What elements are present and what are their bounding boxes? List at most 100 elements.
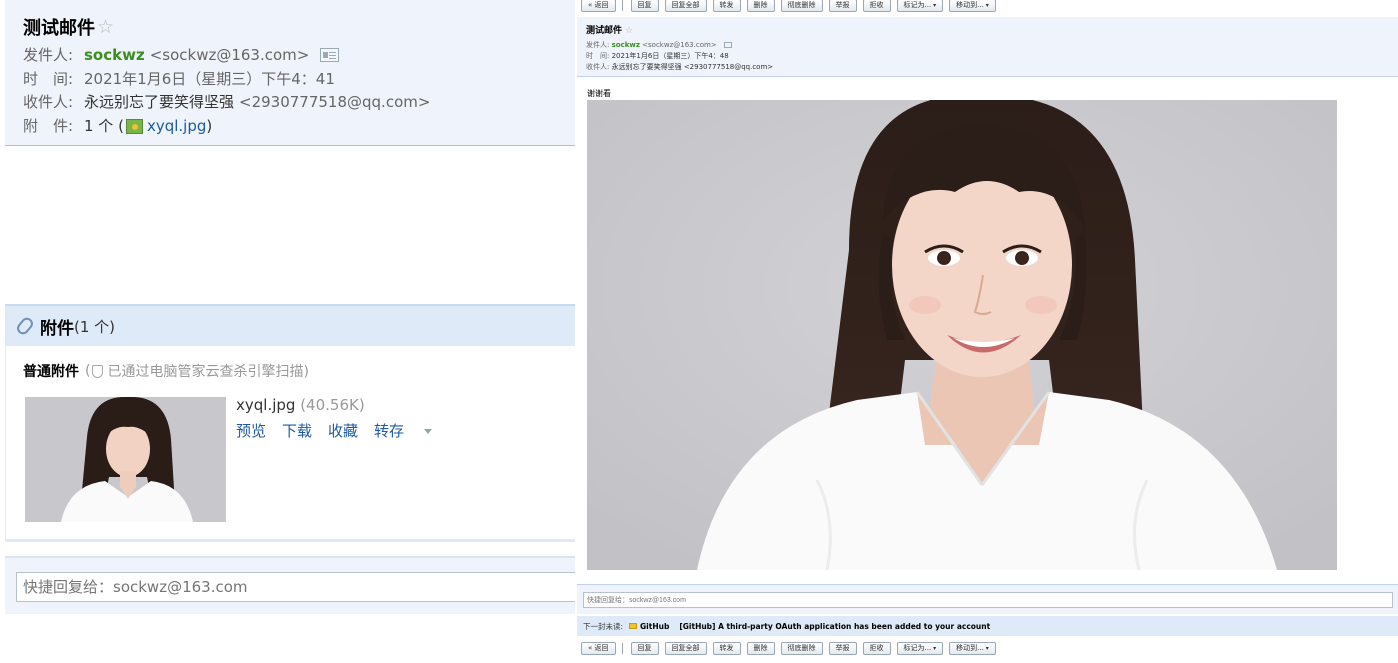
- attachments-section: 附件 (1 个) 普通附件 ( 已通过电脑管家云查杀引擎扫描) xyql.jpg…: [5, 304, 575, 542]
- reply-all-button[interactable]: 回复全部: [664, 0, 707, 12]
- mini-star-icon[interactable]: ☆: [625, 26, 633, 36]
- shield-icon: [92, 364, 104, 378]
- next-unread-label: 下一封未读:: [583, 621, 624, 631]
- back-button[interactable]: « 返回: [581, 0, 616, 12]
- forward-button[interactable]: 转发: [712, 0, 741, 12]
- mini-sender-name[interactable]: sockwz: [612, 41, 640, 49]
- save-to-label: 转存: [374, 422, 405, 440]
- image-file-icon: [125, 118, 143, 134]
- attachment-filename: xyql.jpg: [236, 396, 296, 414]
- sender-address: <sockwz@163.com>: [149, 46, 310, 64]
- mail-title-row: 测试邮件 ☆: [23, 13, 114, 41]
- download-link[interactable]: 下载: [282, 420, 312, 441]
- attachments-count: (1 个): [74, 317, 116, 336]
- attachment-file-line: xyql.jpg (40.56K): [236, 396, 464, 414]
- mail-body-text: 谢谢看: [587, 89, 611, 98]
- reject-button[interactable]: 拒收: [862, 0, 891, 12]
- mini-time-row: 时 间: 2021年1月6日（星期三）下午4：48: [586, 51, 729, 61]
- report-button[interactable]: 举报: [828, 0, 857, 12]
- to-row: 收件人: 永远别忘了要笑得坚强 <2930777518@qq.com>: [23, 91, 430, 113]
- mini-quick-reply-input[interactable]: [583, 592, 1393, 608]
- mark-as-dropdown[interactable]: 标记为...: [896, 0, 944, 12]
- mail-subject: 测试邮件: [23, 18, 95, 39]
- normal-attachment-label: 普通附件: [23, 364, 79, 380]
- mini-time-label: 时 间:: [586, 52, 610, 60]
- reply-button-bottom[interactable]: 回复: [630, 641, 659, 655]
- delete-button-bottom[interactable]: 删除: [746, 641, 775, 655]
- attachments-body: 普通附件 ( 已通过电脑管家云查杀引擎扫描) xyql.jpg (40.56K)…: [5, 346, 575, 542]
- attachment-subheader: 普通附件 ( 已通过电脑管家云查杀引擎扫描): [23, 361, 309, 381]
- recipient-name: 永远别忘了要笑得坚强: [84, 93, 235, 111]
- scan-note: ( 已通过电脑管家云查杀引擎扫描): [85, 361, 309, 381]
- scan-note-text: 已通过电脑管家云查杀引擎扫描): [107, 364, 309, 380]
- time-value: 2021年1月6日（星期三）下午4：41: [84, 70, 335, 88]
- next-unread-subject[interactable]: [GitHub] A third-party OAuth application…: [679, 622, 990, 631]
- portrait-photo-image: [587, 100, 1337, 570]
- from-label: 发件人:: [23, 46, 74, 64]
- delete-button[interactable]: 删除: [746, 0, 775, 12]
- next-unread-bar: 下一封未读: GitHub [GitHub] A third-party OAu…: [577, 616, 1398, 636]
- envelope-icon: [629, 623, 638, 629]
- toolbar-separator-bottom: [621, 642, 623, 654]
- top-toolbar: « 返回 回复 回复全部 转发 删除 彻底删除 举报 拒收 标记为... 移动到…: [577, 0, 1398, 12]
- move-to-dropdown[interactable]: 移动到...: [949, 0, 996, 12]
- reject-button-bottom[interactable]: 拒收: [862, 641, 891, 655]
- mini-from-label: 发件人:: [586, 41, 610, 49]
- mini-from-row: 发件人: sockwz <sockwz@163.com>: [586, 40, 732, 50]
- time-label: 时 间:: [23, 70, 74, 88]
- time-row: 时 间: 2021年1月6日（星期三）下午4：41: [23, 68, 335, 90]
- move-to-dropdown-bottom[interactable]: 移动到...: [949, 641, 996, 655]
- quick-reply-area: [5, 556, 575, 614]
- reply-all-button-bottom[interactable]: 回复全部: [664, 641, 707, 655]
- mini-contact-card-icon[interactable]: [723, 42, 732, 48]
- attachment-row: 附 件: 1 个 ( xyql.jpg ): [23, 115, 212, 137]
- from-row: 发件人: sockwz <sockwz@163.com>: [23, 44, 340, 66]
- sender-name[interactable]: sockwz: [84, 44, 145, 66]
- mini-time-value: 2021年1月6日（星期三）下午4：48: [611, 52, 729, 60]
- to-label: 收件人:: [23, 93, 74, 111]
- attachment-thumbnail[interactable]: [25, 397, 226, 522]
- portrait-thumbnail-image: [25, 397, 226, 522]
- mini-to-row: 收件人: 永远别忘了要笑得坚强 <2930777518@qq.com>: [586, 62, 773, 72]
- attachment-count: 1 个 (: [84, 117, 124, 135]
- mini-mail-header: 测试邮件 ☆ 发件人: sockwz <sockwz@163.com> 时 间:…: [577, 17, 1398, 77]
- report-button-bottom[interactable]: 举报: [828, 641, 857, 655]
- mini-to-label: 收件人:: [586, 63, 610, 71]
- forward-button-bottom[interactable]: 转发: [712, 641, 741, 655]
- mini-to-value: 永远别忘了要笑得坚强 <2930777518@qq.com>: [611, 63, 774, 71]
- attachment-close-paren: ): [206, 117, 213, 135]
- chevron-down-icon: [424, 429, 433, 434]
- contact-card-icon[interactable]: [320, 48, 340, 62]
- scan-open-paren: (: [85, 363, 91, 379]
- favorite-link[interactable]: 收藏: [328, 420, 358, 441]
- full-mail-view: « 返回 回复 回复全部 转发 删除 彻底删除 举报 拒收 标记为... 移动到…: [577, 0, 1398, 663]
- delete-permanently-button-bottom[interactable]: 彻底删除: [780, 641, 823, 655]
- quick-reply-input[interactable]: [16, 572, 575, 602]
- zoomed-mail-view: 测试邮件 ☆ 发件人: sockwz <sockwz@163.com> 时 间:…: [0, 0, 575, 663]
- next-unread-sender[interactable]: GitHub: [640, 622, 669, 631]
- mini-subject: 测试邮件: [586, 26, 623, 36]
- mini-quick-reply-area: [577, 584, 1398, 614]
- mini-sender-address: <sockwz@163.com>: [642, 41, 717, 49]
- attachments-title: 附件: [40, 318, 74, 339]
- attachments-header: 附件 (1 个): [5, 306, 575, 346]
- save-to-dropdown[interactable]: 转存: [374, 420, 448, 441]
- inline-photo[interactable]: [587, 100, 1337, 570]
- preview-link[interactable]: 预览: [236, 420, 266, 441]
- mail-header: 测试邮件 ☆ 发件人: sockwz <sockwz@163.com> 时 间:…: [5, 0, 575, 146]
- toolbar-separator: [621, 0, 623, 11]
- attachment-link[interactable]: xyql.jpg: [147, 115, 206, 137]
- mini-title: 测试邮件 ☆: [586, 23, 633, 36]
- reply-button[interactable]: 回复: [630, 0, 659, 12]
- attachment-filesize: (40.56K): [300, 396, 365, 414]
- attachment-actions: 预览 下载 收藏 转存: [236, 420, 464, 441]
- delete-permanently-button[interactable]: 彻底删除: [780, 0, 823, 12]
- attachment-info: xyql.jpg (40.56K) 预览 下载 收藏 转存: [236, 396, 464, 441]
- bottom-toolbar: « 返回 回复 回复全部 转发 删除 彻底删除 举报 拒收 标记为... 移动到…: [577, 641, 1398, 655]
- paperclip-icon: [14, 315, 36, 337]
- star-icon[interactable]: ☆: [97, 16, 114, 38]
- attachment-label: 附 件:: [23, 117, 74, 135]
- recipient-address: <2930777518@qq.com>: [239, 93, 431, 111]
- mark-as-dropdown-bottom[interactable]: 标记为...: [896, 641, 944, 655]
- back-button-bottom[interactable]: « 返回: [581, 641, 616, 655]
